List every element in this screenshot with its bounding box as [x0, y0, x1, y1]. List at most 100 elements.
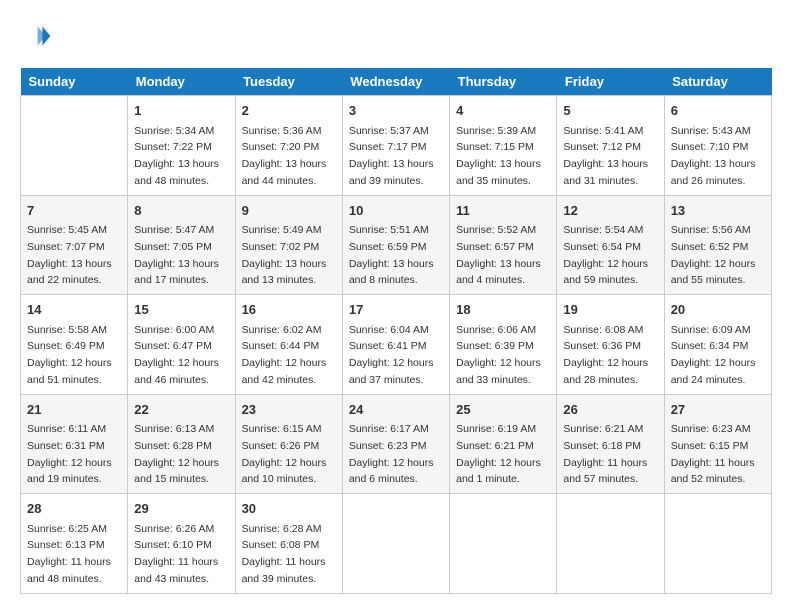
- daylight-info: Daylight: 12 hours and 37 minutes.: [349, 357, 434, 386]
- week-row: 7 Sunrise: 5:45 AM Sunset: 7:07 PM Dayli…: [21, 195, 772, 295]
- day-number: 2: [242, 101, 336, 121]
- daylight-info: Daylight: 11 hours and 39 minutes.: [242, 556, 326, 585]
- calendar-cell: 28 Sunrise: 6:25 AM Sunset: 6:13 PM Dayl…: [21, 494, 128, 594]
- day-number: 26: [563, 400, 657, 420]
- sunset-info: Sunset: 7:12 PM: [563, 141, 641, 153]
- day-number: 13: [671, 201, 765, 221]
- sunrise-info: Sunrise: 6:11 AM: [27, 423, 106, 435]
- sunset-info: Sunset: 6:41 PM: [349, 340, 427, 352]
- sunset-info: Sunset: 7:22 PM: [134, 141, 212, 153]
- sunrise-info: Sunrise: 5:45 AM: [27, 224, 107, 236]
- daylight-info: Daylight: 12 hours and 28 minutes.: [563, 357, 648, 386]
- sunset-info: Sunset: 6:18 PM: [563, 440, 641, 452]
- header-day: Tuesday: [235, 68, 342, 96]
- calendar-cell: [557, 494, 664, 594]
- daylight-info: Daylight: 11 hours and 48 minutes.: [27, 556, 111, 585]
- day-number: 25: [456, 400, 550, 420]
- sunrise-info: Sunrise: 5:43 AM: [671, 125, 751, 137]
- calendar-cell: 16 Sunrise: 6:02 AM Sunset: 6:44 PM Dayl…: [235, 295, 342, 395]
- calendar-cell: 3 Sunrise: 5:37 AM Sunset: 7:17 PM Dayli…: [342, 96, 449, 196]
- sunset-info: Sunset: 7:02 PM: [242, 241, 320, 253]
- sunrise-info: Sunrise: 6:17 AM: [349, 423, 429, 435]
- calendar-cell: 30 Sunrise: 6:28 AM Sunset: 6:08 PM Dayl…: [235, 494, 342, 594]
- calendar-cell: [342, 494, 449, 594]
- daylight-info: Daylight: 13 hours and 35 minutes.: [456, 158, 541, 187]
- header-day: Thursday: [450, 68, 557, 96]
- sunrise-info: Sunrise: 5:34 AM: [134, 125, 214, 137]
- daylight-info: Daylight: 12 hours and 46 minutes.: [134, 357, 219, 386]
- day-number: 3: [349, 101, 443, 121]
- day-number: 12: [563, 201, 657, 221]
- calendar-cell: 21 Sunrise: 6:11 AM Sunset: 6:31 PM Dayl…: [21, 394, 128, 494]
- sunset-info: Sunset: 7:20 PM: [242, 141, 320, 153]
- daylight-info: Daylight: 12 hours and 33 minutes.: [456, 357, 541, 386]
- sunset-info: Sunset: 6:47 PM: [134, 340, 212, 352]
- day-number: 27: [671, 400, 765, 420]
- day-number: 15: [134, 300, 228, 320]
- sunrise-info: Sunrise: 5:39 AM: [456, 125, 536, 137]
- sunrise-info: Sunrise: 6:02 AM: [242, 324, 322, 336]
- calendar-cell: 24 Sunrise: 6:17 AM Sunset: 6:23 PM Dayl…: [342, 394, 449, 494]
- sunrise-info: Sunrise: 5:49 AM: [242, 224, 322, 236]
- sunset-info: Sunset: 6:39 PM: [456, 340, 534, 352]
- daylight-info: Daylight: 12 hours and 59 minutes.: [563, 258, 648, 287]
- calendar-cell: 14 Sunrise: 5:58 AM Sunset: 6:49 PM Dayl…: [21, 295, 128, 395]
- day-number: 22: [134, 400, 228, 420]
- header-day: Monday: [128, 68, 235, 96]
- day-number: 16: [242, 300, 336, 320]
- week-row: 1 Sunrise: 5:34 AM Sunset: 7:22 PM Dayli…: [21, 96, 772, 196]
- calendar-table: SundayMondayTuesdayWednesdayThursdayFrid…: [20, 68, 772, 594]
- daylight-info: Daylight: 13 hours and 48 minutes.: [134, 158, 219, 187]
- daylight-info: Daylight: 13 hours and 17 minutes.: [134, 258, 219, 287]
- sunrise-info: Sunrise: 5:58 AM: [27, 324, 107, 336]
- header-day: Wednesday: [342, 68, 449, 96]
- week-row: 14 Sunrise: 5:58 AM Sunset: 6:49 PM Dayl…: [21, 295, 772, 395]
- calendar-cell: 7 Sunrise: 5:45 AM Sunset: 7:07 PM Dayli…: [21, 195, 128, 295]
- day-number: 24: [349, 400, 443, 420]
- day-number: 29: [134, 499, 228, 519]
- sunset-info: Sunset: 6:26 PM: [242, 440, 320, 452]
- calendar-cell: 29 Sunrise: 6:26 AM Sunset: 6:10 PM Dayl…: [128, 494, 235, 594]
- daylight-info: Daylight: 11 hours and 52 minutes.: [671, 457, 755, 486]
- calendar-cell: 6 Sunrise: 5:43 AM Sunset: 7:10 PM Dayli…: [664, 96, 771, 196]
- sunset-info: Sunset: 6:10 PM: [134, 539, 212, 551]
- calendar-cell: [450, 494, 557, 594]
- daylight-info: Daylight: 12 hours and 6 minutes.: [349, 457, 434, 486]
- calendar-cell: 12 Sunrise: 5:54 AM Sunset: 6:54 PM Dayl…: [557, 195, 664, 295]
- daylight-info: Daylight: 12 hours and 15 minutes.: [134, 457, 219, 486]
- sunrise-info: Sunrise: 6:23 AM: [671, 423, 751, 435]
- daylight-info: Daylight: 13 hours and 31 minutes.: [563, 158, 648, 187]
- sunset-info: Sunset: 6:52 PM: [671, 241, 749, 253]
- sunrise-info: Sunrise: 5:51 AM: [349, 224, 429, 236]
- header-day: Sunday: [21, 68, 128, 96]
- sunrise-info: Sunrise: 6:08 AM: [563, 324, 643, 336]
- daylight-info: Daylight: 12 hours and 42 minutes.: [242, 357, 327, 386]
- week-row: 21 Sunrise: 6:11 AM Sunset: 6:31 PM Dayl…: [21, 394, 772, 494]
- sunrise-info: Sunrise: 6:04 AM: [349, 324, 429, 336]
- sunset-info: Sunset: 7:10 PM: [671, 141, 749, 153]
- daylight-info: Daylight: 11 hours and 43 minutes.: [134, 556, 218, 585]
- sunrise-info: Sunrise: 5:54 AM: [563, 224, 643, 236]
- logo: [20, 20, 56, 52]
- week-row: 28 Sunrise: 6:25 AM Sunset: 6:13 PM Dayl…: [21, 494, 772, 594]
- daylight-info: Daylight: 11 hours and 57 minutes.: [563, 457, 647, 486]
- sunrise-info: Sunrise: 5:41 AM: [563, 125, 643, 137]
- day-number: 11: [456, 201, 550, 221]
- sunset-info: Sunset: 6:31 PM: [27, 440, 105, 452]
- day-number: 8: [134, 201, 228, 221]
- sunset-info: Sunset: 7:15 PM: [456, 141, 534, 153]
- day-number: 7: [27, 201, 121, 221]
- calendar-cell: 2 Sunrise: 5:36 AM Sunset: 7:20 PM Dayli…: [235, 96, 342, 196]
- daylight-info: Daylight: 13 hours and 13 minutes.: [242, 258, 327, 287]
- sunrise-info: Sunrise: 6:21 AM: [563, 423, 643, 435]
- calendar-cell: [664, 494, 771, 594]
- day-number: 19: [563, 300, 657, 320]
- sunrise-info: Sunrise: 6:19 AM: [456, 423, 536, 435]
- calendar-cell: 8 Sunrise: 5:47 AM Sunset: 7:05 PM Dayli…: [128, 195, 235, 295]
- day-number: 28: [27, 499, 121, 519]
- calendar-cell: 27 Sunrise: 6:23 AM Sunset: 6:15 PM Dayl…: [664, 394, 771, 494]
- sunset-info: Sunset: 6:23 PM: [349, 440, 427, 452]
- day-number: 23: [242, 400, 336, 420]
- calendar-cell: 20 Sunrise: 6:09 AM Sunset: 6:34 PM Dayl…: [664, 295, 771, 395]
- sunrise-info: Sunrise: 6:25 AM: [27, 523, 107, 535]
